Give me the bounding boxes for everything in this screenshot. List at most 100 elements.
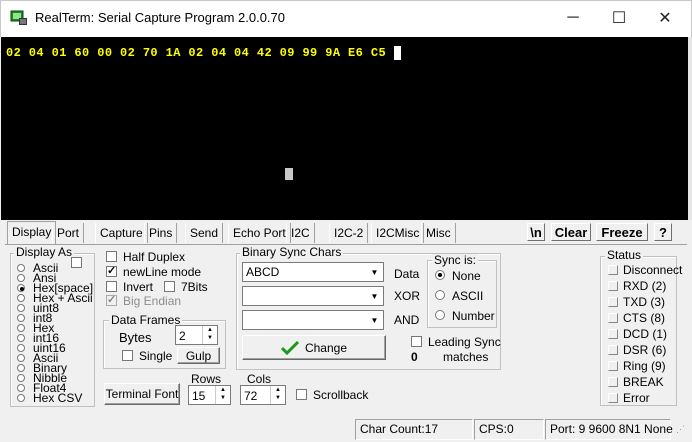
display-as-radio[interactable] bbox=[17, 394, 25, 402]
half-duplex-checkbox[interactable] bbox=[106, 251, 117, 262]
tab-misc[interactable]: Misc bbox=[421, 223, 456, 243]
chevron-down-icon: ▼ bbox=[370, 291, 379, 301]
display-as-radio[interactable] bbox=[17, 274, 25, 282]
invert-label: Invert bbox=[123, 280, 154, 294]
checkmark-icon bbox=[280, 340, 299, 355]
status-indicator bbox=[608, 361, 618, 371]
display-as-radio[interactable] bbox=[17, 334, 25, 342]
tab-i2c-2[interactable]: I2C-2 bbox=[329, 223, 369, 243]
and-label: AND bbox=[394, 313, 420, 327]
sync-ascii-radio[interactable] bbox=[435, 290, 445, 300]
sync-none-label: None bbox=[452, 269, 481, 283]
cols-value: 72 bbox=[244, 389, 258, 403]
chevron-down-icon: ▼ bbox=[370, 315, 379, 325]
status-item-label: Ring (9) bbox=[623, 359, 666, 373]
sync-is-label: Sync is: bbox=[432, 253, 479, 267]
big-endian-label: Big Endian bbox=[123, 294, 182, 308]
scrollback-checkbox[interactable] bbox=[296, 389, 307, 400]
status-item-label: DSR (6) bbox=[623, 343, 667, 357]
bytes-spinner[interactable]: 2 ▲ ▼ bbox=[175, 325, 218, 345]
port-status: Port: 9 9600 8N1 None bbox=[545, 419, 673, 440]
tab-echo-port[interactable]: Echo Port bbox=[228, 223, 291, 243]
display-as-radio[interactable] bbox=[17, 364, 25, 372]
data-frames-label: Data Frames bbox=[109, 313, 183, 327]
half-duplex-label: Half Duplex bbox=[123, 250, 186, 264]
terminal-cursor bbox=[393, 46, 402, 60]
display-as-radio[interactable] bbox=[17, 354, 25, 362]
seven-bits-checkbox[interactable] bbox=[164, 281, 175, 292]
maximize-button[interactable]: ☐ bbox=[596, 0, 642, 36]
sync-ascii-label: ASCII bbox=[452, 289, 484, 303]
resize-grip-icon[interactable]: ⋰ bbox=[676, 425, 688, 438]
cols-spinner[interactable]: 72 ▲ ▼ bbox=[240, 385, 286, 405]
display-as-radio[interactable] bbox=[17, 314, 25, 322]
data-label: Data bbox=[394, 267, 420, 281]
tab-i2cmisc[interactable]: I2CMisc bbox=[371, 223, 425, 243]
minimize-icon: ─ bbox=[567, 9, 579, 26]
terminal-text-content: 02 04 01 60 00 02 70 1A 02 04 04 42 09 9… bbox=[6, 46, 394, 60]
display-as-label: Display As bbox=[14, 245, 75, 259]
status-item-label: CTS (8) bbox=[623, 311, 665, 325]
status-label: Status bbox=[605, 248, 644, 262]
clear-button[interactable]: Clear bbox=[551, 223, 591, 241]
binary-sync-label: Binary Sync Chars bbox=[240, 245, 344, 259]
tab-send[interactable]: Send bbox=[185, 223, 224, 243]
tab-capture[interactable]: Capture bbox=[95, 223, 148, 243]
rows-spinner[interactable]: 15 ▲ ▼ bbox=[188, 385, 231, 405]
display-as-radio[interactable] bbox=[17, 374, 25, 382]
sync-data-combo[interactable]: ABCD ▼ bbox=[242, 262, 384, 282]
status-indicator bbox=[608, 393, 618, 403]
display-as-radio[interactable] bbox=[17, 344, 25, 352]
tab-display[interactable]: Display bbox=[7, 221, 57, 245]
display-as-radio[interactable] bbox=[17, 324, 25, 332]
close-button[interactable]: ✕ bbox=[642, 0, 688, 36]
big-endian-checkbox[interactable] bbox=[106, 293, 117, 306]
terminal-scrollbar[interactable] bbox=[688, 37, 692, 220]
display-as-radio[interactable] bbox=[17, 284, 25, 292]
bytes-label: Bytes bbox=[119, 330, 152, 345]
minimize-button[interactable]: ─ bbox=[550, 0, 596, 36]
display-as-extra-checkbox[interactable] bbox=[71, 257, 82, 268]
help-button[interactable]: ? bbox=[654, 223, 672, 241]
invert-checkbox[interactable] bbox=[106, 281, 117, 292]
change-button[interactable]: Change bbox=[242, 335, 386, 360]
tab-port[interactable]: Port bbox=[52, 223, 85, 243]
newline-button[interactable]: \n bbox=[527, 223, 545, 241]
gulp-button[interactable]: Gulp bbox=[177, 347, 220, 364]
display-as-option-label: Hex CSV bbox=[33, 391, 83, 405]
terminal-display[interactable]: 02 04 01 60 00 02 70 1A 02 04 04 42 09 9… bbox=[1, 37, 688, 220]
display-as-radio[interactable] bbox=[17, 294, 25, 302]
window-title: RealTerm: Serial Capture Program 2.0.0.7… bbox=[35, 10, 286, 25]
char-count: Char Count:17 bbox=[355, 419, 473, 440]
maximize-icon: ☐ bbox=[611, 10, 627, 27]
terminal-font-button[interactable]: Terminal Font bbox=[104, 383, 180, 405]
xor-label: XOR bbox=[394, 289, 421, 303]
status-indicator bbox=[608, 313, 618, 323]
leading-sync-checkbox[interactable] bbox=[411, 336, 422, 347]
status-item-label[interactable]: Disconnect bbox=[623, 264, 682, 276]
display-as-radio[interactable] bbox=[17, 304, 25, 312]
sync-number-radio[interactable] bbox=[435, 310, 445, 320]
tab-i2c[interactable]: I2C bbox=[286, 223, 315, 243]
single-checkbox[interactable] bbox=[122, 350, 133, 361]
close-icon: ✕ bbox=[658, 10, 672, 27]
terminal-text: 02 04 01 60 00 02 70 1A 02 04 04 42 09 9… bbox=[6, 46, 402, 60]
display-as-radio[interactable] bbox=[17, 264, 25, 272]
spinner-arrows-icon[interactable]: ▲ ▼ bbox=[215, 386, 230, 404]
newline-mode-checkbox[interactable] bbox=[106, 264, 117, 277]
status-indicator bbox=[608, 329, 618, 339]
display-as-radio[interactable] bbox=[17, 384, 25, 392]
newline-mode-label: newLine mode bbox=[123, 265, 202, 279]
sync-and-combo[interactable]: ▼ bbox=[242, 310, 384, 330]
sync-none-radio[interactable] bbox=[435, 270, 445, 280]
chevron-down-icon: ▼ bbox=[370, 267, 379, 277]
bytes-value: 2 bbox=[179, 329, 186, 343]
tab-pins[interactable]: Pins bbox=[144, 223, 178, 243]
scrollback-label: Scrollback bbox=[313, 388, 369, 402]
status-item-label: Error bbox=[623, 391, 650, 405]
cols-label: Cols bbox=[247, 372, 272, 386]
spinner-arrows-icon[interactable]: ▲ ▼ bbox=[202, 326, 217, 344]
sync-xor-combo[interactable]: ▼ bbox=[242, 286, 384, 306]
freeze-button[interactable]: Freeze bbox=[596, 223, 648, 241]
spinner-arrows-icon[interactable]: ▲ ▼ bbox=[270, 386, 285, 404]
